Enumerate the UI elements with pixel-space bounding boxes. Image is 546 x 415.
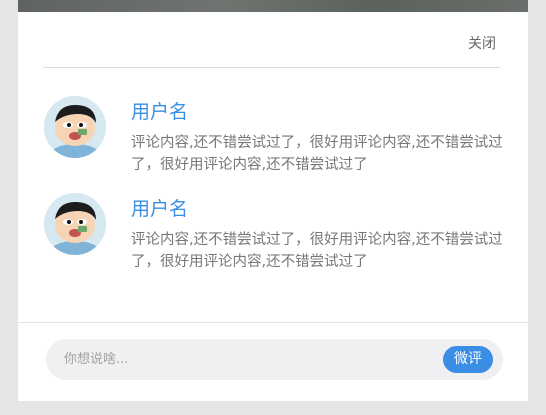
composer-divider: [18, 322, 528, 323]
comment-composer: 微评: [46, 339, 503, 380]
comment-dialog: 关闭 用户名 评论内容,还不错尝试过了，很好用评论内容,还不错尝试过了，很好用评…: [18, 12, 528, 401]
username[interactable]: 用户名: [131, 197, 188, 221]
backdrop-image: [18, 0, 528, 12]
send-comment-button[interactable]: 微评: [443, 346, 493, 373]
avatar-image: [44, 96, 106, 158]
username[interactable]: 用户名: [131, 100, 188, 124]
comment-item: 用户名 评论内容,还不错尝试过了，很好用评论内容,还不错尝试过了，很好用评论内容…: [44, 193, 504, 273]
header-divider: [43, 67, 500, 68]
comment-text: 评论内容,还不错尝试过了，很好用评论内容,还不错尝试过了，很好用评论内容,还不错…: [131, 135, 503, 173]
comment-text: 评论内容,还不错尝试过了，很好用评论内容,还不错尝试过了，很好用评论内容,还不错…: [131, 232, 503, 270]
avatar-image: [44, 193, 106, 255]
comment-item: 用户名 评论内容,还不错尝试过了，很好用评论内容,还不错尝试过了，很好用评论内容…: [44, 96, 504, 176]
avatar[interactable]: [44, 96, 106, 158]
avatar[interactable]: [44, 193, 106, 255]
comment-input[interactable]: [64, 339, 414, 380]
close-button[interactable]: 关闭: [468, 33, 496, 53]
